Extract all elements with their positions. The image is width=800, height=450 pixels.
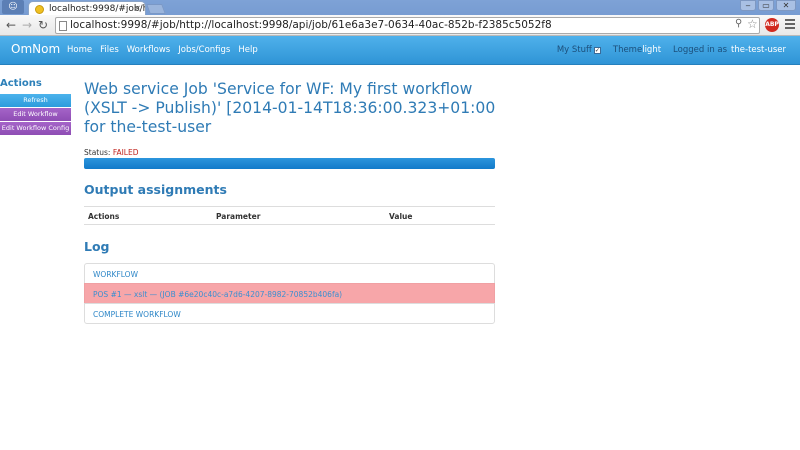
- main-content: Web service Job 'Service for WF: My firs…: [84, 80, 496, 324]
- page-title: Web service Job 'Service for WF: My firs…: [84, 80, 496, 136]
- url-text: localhost:9998/#job/http://localhost:999…: [70, 19, 552, 31]
- user-link[interactable]: the-test-user: [731, 45, 786, 55]
- theme-label: Theme: [612, 45, 643, 55]
- nav-files[interactable]: Files: [100, 45, 119, 55]
- tab-strip: ☺ localhost:9998/#job/h × ‒ ▭ ✕: [0, 0, 800, 16]
- log-item-workflow[interactable]: WORKFLOW: [84, 263, 495, 284]
- log-heading: Log: [84, 239, 110, 254]
- log-item-complete-workflow[interactable]: COMPLETE WORKFLOW: [84, 303, 495, 324]
- edit-workflow-config-button[interactable]: Edit Workflow Config: [0, 122, 71, 135]
- maximize-button[interactable]: ▭: [758, 0, 774, 11]
- status-line: Status: FAILED: [84, 148, 496, 157]
- zoom-icon[interactable]: ⚲: [735, 18, 742, 29]
- output-assignments-heading: Output assignments: [84, 182, 227, 197]
- address-bar[interactable]: localhost:9998/#job/http://localhost:999…: [55, 17, 760, 34]
- log-item-failed-step[interactable]: POS #1 — xslt — (JOB #6e20c40c-a7d6-4207…: [84, 283, 495, 304]
- app-navbar: OmNom Home Files Workflows Jobs/Configs …: [0, 36, 800, 65]
- window-controls: ‒ ▭ ✕: [740, 0, 796, 12]
- column-header-parameter: Parameter: [216, 212, 261, 221]
- output-assignments-table: Actions Parameter Value: [84, 206, 495, 225]
- reload-icon[interactable]: ↻: [36, 17, 50, 33]
- adblock-extension-icon[interactable]: ABP: [765, 18, 779, 32]
- nav-help[interactable]: Help: [238, 45, 257, 55]
- minimize-button[interactable]: ‒: [740, 0, 756, 11]
- my-stuff-checkbox[interactable]: ✓: [593, 46, 601, 54]
- tab-close-icon[interactable]: ×: [133, 4, 141, 14]
- log-list: WORKFLOW POS #1 — xslt — (JOB #6e20c40c-…: [84, 263, 495, 324]
- favicon-icon: [35, 5, 44, 14]
- browser-chrome: ☺ localhost:9998/#job/h × ‒ ▭ ✕ ← → ↻ lo…: [0, 0, 800, 36]
- new-tab-button[interactable]: [146, 4, 166, 14]
- browser-toolbar: ← → ↻ localhost:9998/#job/http://localho…: [0, 15, 800, 36]
- column-header-value: Value: [389, 212, 413, 221]
- theme-toggle[interactable]: light: [642, 45, 661, 55]
- sidebar-title: Actions: [0, 78, 42, 89]
- refresh-button[interactable]: Refresh: [0, 94, 71, 107]
- page-icon: [59, 21, 67, 31]
- browser-menu-icon[interactable]: [785, 19, 795, 31]
- my-stuff-label: My Stuff: [556, 45, 592, 55]
- forward-icon[interactable]: →: [20, 17, 34, 33]
- status-badge: FAILED: [112, 148, 139, 157]
- nav-jobs-configs[interactable]: Jobs/Configs: [178, 45, 230, 55]
- actions-sidebar: Actions Refresh Edit Workflow Edit Workf…: [0, 78, 71, 136]
- profile-icon[interactable]: ☺: [2, 0, 24, 14]
- navbar-right: My Stuff ✓ Theme light Logged in as the-…: [557, 45, 786, 55]
- tab-title: localhost:9998/#job/h: [49, 4, 146, 14]
- back-icon[interactable]: ←: [4, 17, 18, 33]
- nav-links: Home Files Workflows Jobs/Configs Help: [67, 45, 258, 55]
- nav-workflows[interactable]: Workflows: [127, 45, 170, 55]
- column-header-actions: Actions: [88, 212, 120, 221]
- nav-home[interactable]: Home: [67, 45, 92, 55]
- logged-in-label: Logged in as: [673, 45, 728, 55]
- close-window-button[interactable]: ✕: [776, 0, 796, 11]
- brand-logo[interactable]: OmNom: [11, 42, 60, 56]
- job-progress-bar: [84, 158, 495, 169]
- edit-workflow-button[interactable]: Edit Workflow: [0, 108, 71, 121]
- browser-tab[interactable]: localhost:9998/#job/h ×: [28, 1, 146, 16]
- bookmark-star-icon[interactable]: ☆: [747, 17, 758, 31]
- status-label: Status:: [84, 148, 111, 157]
